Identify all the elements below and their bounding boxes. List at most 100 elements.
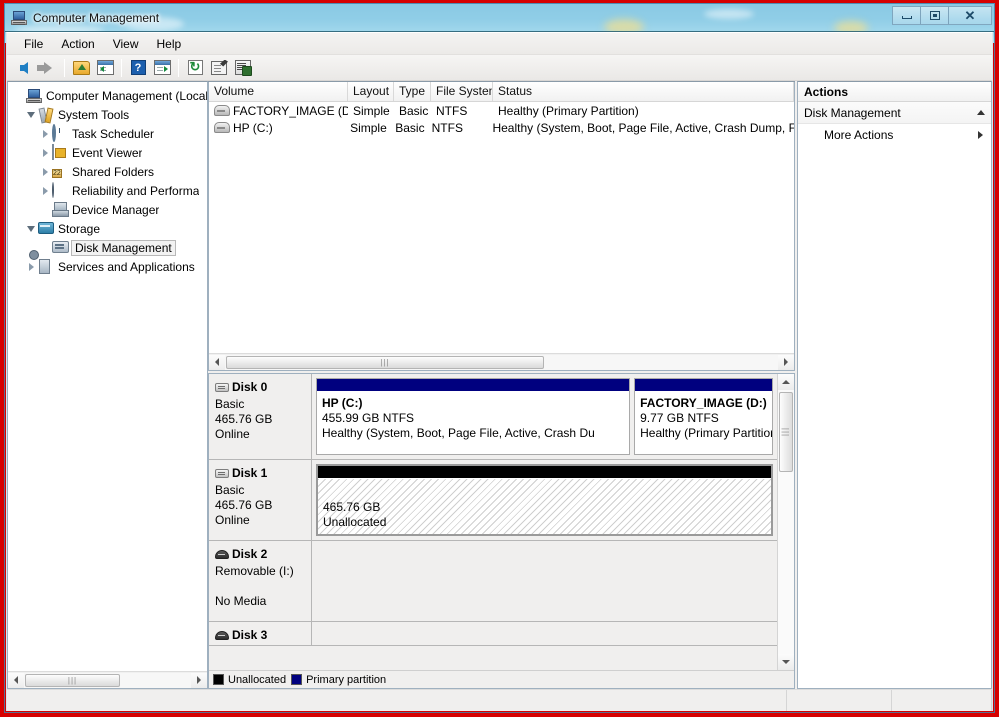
up-one-level-button[interactable]: [70, 57, 92, 79]
refresh-button[interactable]: [184, 57, 206, 79]
show-hide-console-tree-button[interactable]: [94, 57, 116, 79]
minimize-button[interactable]: [892, 6, 921, 25]
close-button[interactable]: ✕: [948, 6, 992, 25]
removable-disk-icon: [215, 549, 229, 559]
tree-scroll-left-button[interactable]: [8, 672, 24, 688]
disk-rows: Disk 0 Basic 465.76 GB Online HP (C:) 45…: [209, 374, 777, 670]
tree-node-event-viewer[interactable]: Event Viewer: [10, 143, 207, 162]
restore-button[interactable]: [920, 6, 949, 25]
expander-shared-folders[interactable]: [38, 167, 52, 176]
grip-icon: |||: [380, 357, 390, 367]
tree-node-computer-management[interactable]: Computer Management (Local: [10, 86, 207, 105]
disk-view-vertical-scrollbar[interactable]: |||: [777, 374, 794, 670]
disk-name: Disk 3: [232, 628, 268, 642]
toolbar-separator-3: [178, 58, 179, 77]
disk-row[interactable]: Disk 2 Removable (I:) No Media: [209, 541, 777, 622]
action-label: More Actions: [824, 128, 894, 142]
volume-list-horizontal-scrollbar[interactable]: |||: [209, 353, 794, 370]
column-header-file-system[interactable]: File System: [431, 82, 493, 101]
partition-unallocated[interactable]: 465.76 GB Unallocated: [316, 464, 773, 536]
expander-storage[interactable]: [24, 225, 38, 232]
tree-scroll-thumb[interactable]: |||: [25, 673, 120, 687]
tree-node-system-tools[interactable]: System Tools: [10, 105, 207, 124]
properties-button[interactable]: [208, 57, 230, 79]
menu-bar: File Action View Help: [7, 33, 992, 55]
cell-type: Basic: [399, 103, 429, 118]
tree-label: System Tools: [58, 107, 130, 122]
menu-file[interactable]: File: [15, 34, 52, 54]
volume-list-header: Volume Layout Type File System Status: [209, 82, 794, 102]
scroll-left-button[interactable]: [209, 354, 225, 370]
volume-icon: [214, 122, 230, 133]
cell-volume-text: FACTORY_IMAGE (D:): [233, 103, 348, 118]
disk-status: No Media: [215, 594, 267, 608]
tree-node-task-scheduler[interactable]: Task Scheduler: [10, 123, 207, 143]
tree-label: Computer Management (Local: [46, 88, 207, 103]
menu-view[interactable]: View: [104, 34, 148, 54]
scroll-right-button[interactable]: [778, 354, 794, 370]
scroll-thumb[interactable]: |||: [226, 355, 544, 369]
menu-action[interactable]: Action: [52, 34, 103, 54]
disk-info: Disk 0 Basic 465.76 GB Online: [209, 374, 312, 459]
help-icon: ?: [130, 60, 146, 75]
tree-scroll-track[interactable]: |||: [24, 672, 191, 688]
disk-status: Online: [215, 513, 250, 527]
partition-name: FACTORY_IMAGE (D:): [640, 396, 767, 410]
scroll-track[interactable]: |||: [778, 390, 794, 654]
expander-system-tools[interactable]: [24, 111, 38, 118]
column-header-status[interactable]: Status: [493, 82, 794, 101]
expander-services[interactable]: [24, 262, 38, 271]
tree-node-services-and-applications[interactable]: Services and Applications: [10, 257, 207, 276]
scroll-thumb[interactable]: |||: [779, 392, 793, 472]
table-row[interactable]: HP (C:) Simple Basic NTFS Healthy (Syste…: [209, 119, 794, 136]
window-controls: ✕: [892, 6, 992, 25]
console-tree: Computer Management (Local System Tools …: [8, 82, 207, 671]
actions-group-disk-management[interactable]: Disk Management: [798, 102, 991, 124]
action-more-actions[interactable]: More Actions: [798, 124, 991, 146]
chevron-up-icon[interactable]: [977, 110, 985, 115]
column-header-volume[interactable]: Volume: [209, 82, 348, 101]
expander-event-viewer[interactable]: [38, 148, 52, 157]
export-list-button[interactable]: [232, 57, 254, 79]
storage-icon: [38, 221, 54, 237]
expander[interactable]: [12, 93, 26, 99]
client-area: File Action View Help ? ↻ Computer Manag…: [6, 32, 993, 711]
tree-node-storage[interactable]: Storage: [10, 219, 207, 238]
column-header-layout[interactable]: Layout: [348, 82, 394, 101]
tree-node-disk-management[interactable]: Disk Management: [10, 238, 207, 257]
disk-row[interactable]: Disk 1 Basic 465.76 GB Online 465.76 GB …: [209, 460, 777, 541]
tree-node-shared-folders[interactable]: 22 Shared Folders: [10, 162, 207, 181]
tree-node-reliability-and-performance[interactable]: Reliability and Performa: [10, 181, 207, 200]
partition-size: 465.76 GB: [323, 500, 381, 514]
partition-c[interactable]: HP (C:) 455.99 GB NTFS Healthy (System, …: [316, 378, 631, 455]
tree-horizontal-scrollbar[interactable]: |||: [8, 671, 207, 688]
column-header-type[interactable]: Type: [394, 82, 431, 101]
tree-node-device-manager[interactable]: Device Manager: [10, 200, 207, 219]
forward-button[interactable]: [37, 57, 59, 79]
disk-row[interactable]: Disk 3: [209, 622, 777, 646]
menu-help[interactable]: Help: [148, 34, 191, 54]
scroll-up-button[interactable]: [778, 374, 794, 390]
legend-item-unallocated: Unallocated: [213, 674, 286, 686]
expander-task-scheduler[interactable]: [38, 129, 52, 138]
table-row[interactable]: FACTORY_IMAGE (D:) Simple Basic NTFS Hea…: [209, 102, 794, 119]
help-button[interactable]: ?: [127, 57, 149, 79]
chevron-right-icon[interactable]: [978, 131, 983, 139]
tree-label: Disk Management: [71, 239, 176, 256]
cell-volume: FACTORY_IMAGE (D:): [209, 104, 348, 118]
back-button[interactable]: [13, 57, 35, 79]
scroll-track[interactable]: |||: [225, 354, 778, 370]
legend-swatch-unallocated: [213, 674, 224, 685]
scroll-down-button[interactable]: [778, 654, 794, 670]
disk-row[interactable]: Disk 0 Basic 465.76 GB Online HP (C:) 45…: [209, 374, 777, 460]
show-hide-action-pane-button[interactable]: [151, 57, 173, 79]
expander-reliability[interactable]: [38, 186, 52, 195]
actions-pane: Actions Disk Management More Actions: [797, 81, 992, 689]
volume-icon: [214, 105, 230, 116]
partition-d[interactable]: FACTORY_IMAGE (D:) 9.77 GB NTFS Healthy …: [634, 378, 773, 455]
hard-disk-icon: [215, 468, 229, 478]
actions-group-label: Disk Management: [804, 105, 901, 120]
tree-label: Task Scheduler: [72, 126, 155, 141]
computer-management-window: Computer Management ✕ File Action View H…: [4, 3, 995, 713]
tree-scroll-right-button[interactable]: [191, 672, 207, 688]
